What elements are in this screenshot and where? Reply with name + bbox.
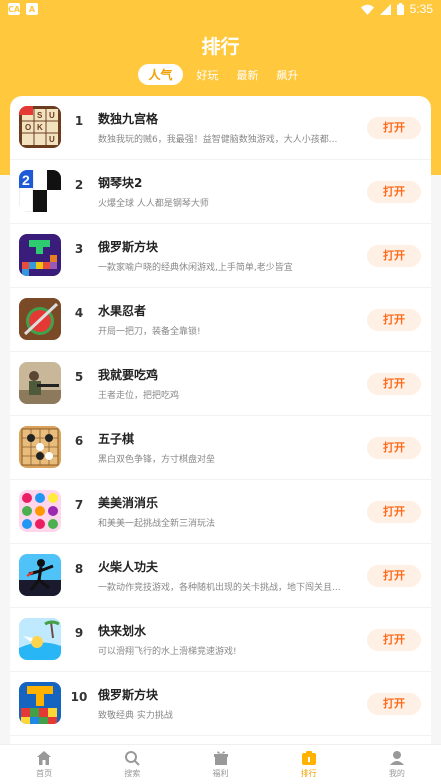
tab-fun[interactable]: 好玩 <box>193 65 223 85</box>
game-description: 火爆全球 人人都是钢琴大师 <box>98 199 209 209</box>
list-item[interactable]: 2 2 钢琴块2 火爆全球 人人都是钢琴大师 打开 <box>10 160 431 224</box>
tetris-icon <box>19 234 61 276</box>
rank-number: 6 <box>74 434 84 448</box>
tab-label: 福利 <box>212 769 229 778</box>
list-item[interactable]: 10 俄罗斯方块 致敬经典 实力挑战 打开 <box>10 672 431 736</box>
ranking-icon <box>301 751 316 765</box>
game-name: 火柴人功夫 <box>98 560 159 574</box>
list-item[interactable]: 9 快来划水 可以滑翔飞行的水上滑梯竞速游戏! 打开 <box>10 608 431 672</box>
game-name: 快来划水 <box>98 624 147 638</box>
tab-profile[interactable]: 我的 <box>353 745 441 784</box>
svg-text:K: K <box>37 123 43 132</box>
open-button[interactable]: 打开 <box>367 437 421 459</box>
fruit-ninja-icon <box>19 298 61 340</box>
tab-label: 我的 <box>388 769 405 778</box>
game-name: 五子棋 <box>98 432 135 446</box>
tab-home[interactable]: 首页 <box>0 745 88 784</box>
tab-popular[interactable]: 人气 <box>138 64 183 85</box>
open-button[interactable]: 打开 <box>367 501 421 523</box>
game-description: 数独我玩的贼6，我最强！益智健脑数独游戏，大人小孩都... <box>98 135 338 145</box>
list-item[interactable]: 7 美美消消乐 和美美一起挑战全新三消玩法 打开 <box>10 480 431 544</box>
open-button[interactable]: 打开 <box>367 309 421 331</box>
rank-number: 9 <box>74 626 84 640</box>
svg-text:U: U <box>49 135 55 144</box>
list-item[interactable]: 6 五子棋 黑白双色争锋，方寸棋盘对垒 打开 <box>10 416 431 480</box>
wifi-icon <box>360 4 374 15</box>
rank-number: 7 <box>74 498 84 512</box>
signal-icon <box>379 3 391 15</box>
game-description: 黑白双色争锋，方寸棋盘对垒 <box>98 455 216 465</box>
rank-number: 5 <box>74 370 84 384</box>
piano-tiles-icon: 2 <box>19 170 61 212</box>
game-name: 俄罗斯方块 <box>98 240 159 254</box>
game-name: 数独九宫格 <box>98 112 159 126</box>
ranking-tabs: 人气 好玩 最新 飙升 <box>0 64 441 85</box>
shooter-icon <box>19 362 61 404</box>
game-description: 和美美一起挑战全新三消玩法 <box>98 519 216 529</box>
tab-rising[interactable]: 飙升 <box>273 65 303 85</box>
rank-number: 10 <box>70 690 88 704</box>
rank-number: 1 <box>74 114 84 128</box>
clock: 5:35 <box>409 2 433 16</box>
game-description: 一款动作竞技游戏，各种随机出现的关卡挑战，地下闯关且... <box>98 583 341 593</box>
svg-text:2: 2 <box>22 172 30 188</box>
tab-welfare[interactable]: 福利 <box>176 745 264 784</box>
bottom-tab-bar: 首页 搜索 福利 排行 我的 <box>0 744 441 784</box>
tab-label: 首页 <box>36 769 53 778</box>
game-description: 王者走位，把把吃鸡 <box>98 391 180 401</box>
game-description: 可以滑翔飞行的水上滑梯竞速游戏! <box>98 647 237 657</box>
status-bar: CA A 5:35 <box>0 0 441 20</box>
game-name: 钢琴块2 <box>98 176 143 190</box>
list-item[interactable]: 4 水果忍者 开局一把刀，装备全靠锁! 打开 <box>10 288 431 352</box>
svg-text:U: U <box>49 111 55 120</box>
game-description: 一款家喻户晓的经典休闲游戏,上手简单,老少皆宜 <box>98 263 293 273</box>
open-button[interactable]: 打开 <box>367 181 421 203</box>
tab-ranking[interactable]: 排行 <box>265 745 353 784</box>
page-title: 排行 <box>201 36 240 58</box>
tab-label: 搜索 <box>124 769 141 778</box>
svg-text:O: O <box>25 123 31 132</box>
svg-text:S: S <box>37 111 43 120</box>
open-button[interactable]: 打开 <box>367 565 421 587</box>
open-button[interactable]: 打开 <box>367 629 421 651</box>
open-button[interactable]: 打开 <box>367 373 421 395</box>
notification-a-icon: A <box>26 3 38 15</box>
stickman-icon <box>19 554 61 596</box>
match3-icon <box>19 490 61 532</box>
list-item[interactable]: 5 我就要吃鸡 王者走位，把把吃鸡 打开 <box>10 352 431 416</box>
game-name: 水果忍者 <box>98 304 147 318</box>
open-button[interactable]: 打开 <box>367 693 421 715</box>
tab-search[interactable]: 搜索 <box>88 745 176 784</box>
game-description: 致敬经典 实力挑战 <box>98 711 173 721</box>
battery-icon <box>396 3 404 15</box>
ranking-list: SUOKU 1 数独九宫格 数独我玩的贼6，我最强！益智健脑数独游戏，大人小孩都… <box>10 96 431 751</box>
rank-number: 4 <box>74 306 84 320</box>
game-name: 俄罗斯方块 <box>98 688 159 702</box>
user-icon <box>389 751 404 765</box>
notification-ca-icon: CA <box>7 3 21 15</box>
open-button[interactable]: 打开 <box>367 117 421 139</box>
game-description: 开局一把刀，装备全靠锁! <box>98 327 201 337</box>
game-name: 我就要吃鸡 <box>98 368 159 382</box>
list-item[interactable]: 3 俄罗斯方块 一款家喻户晓的经典休闲游戏,上手简单,老少皆宜 打开 <box>10 224 431 288</box>
gomoku-icon <box>19 426 61 468</box>
rank-number: 2 <box>74 178 84 192</box>
block-puzzle-icon <box>19 682 61 724</box>
list-item[interactable]: 8 火柴人功夫 一款动作竞技游戏，各种随机出现的关卡挑战，地下闯关且... 打开 <box>10 544 431 608</box>
home-icon <box>37 751 52 765</box>
water-slide-icon <box>19 618 61 660</box>
sudoku-icon: SUOKU <box>19 106 61 148</box>
rank-number: 8 <box>74 562 84 576</box>
game-name: 美美消消乐 <box>98 496 159 510</box>
list-item[interactable]: SUOKU 1 数独九宫格 数独我玩的贼6，我最强！益智健脑数独游戏，大人小孩都… <box>10 96 431 160</box>
tab-label: 排行 <box>300 769 317 778</box>
open-button[interactable]: 打开 <box>367 245 421 267</box>
rank-number: 3 <box>74 242 84 256</box>
search-icon <box>125 751 141 766</box>
gift-icon <box>213 751 228 765</box>
tab-newest[interactable]: 最新 <box>233 65 263 85</box>
